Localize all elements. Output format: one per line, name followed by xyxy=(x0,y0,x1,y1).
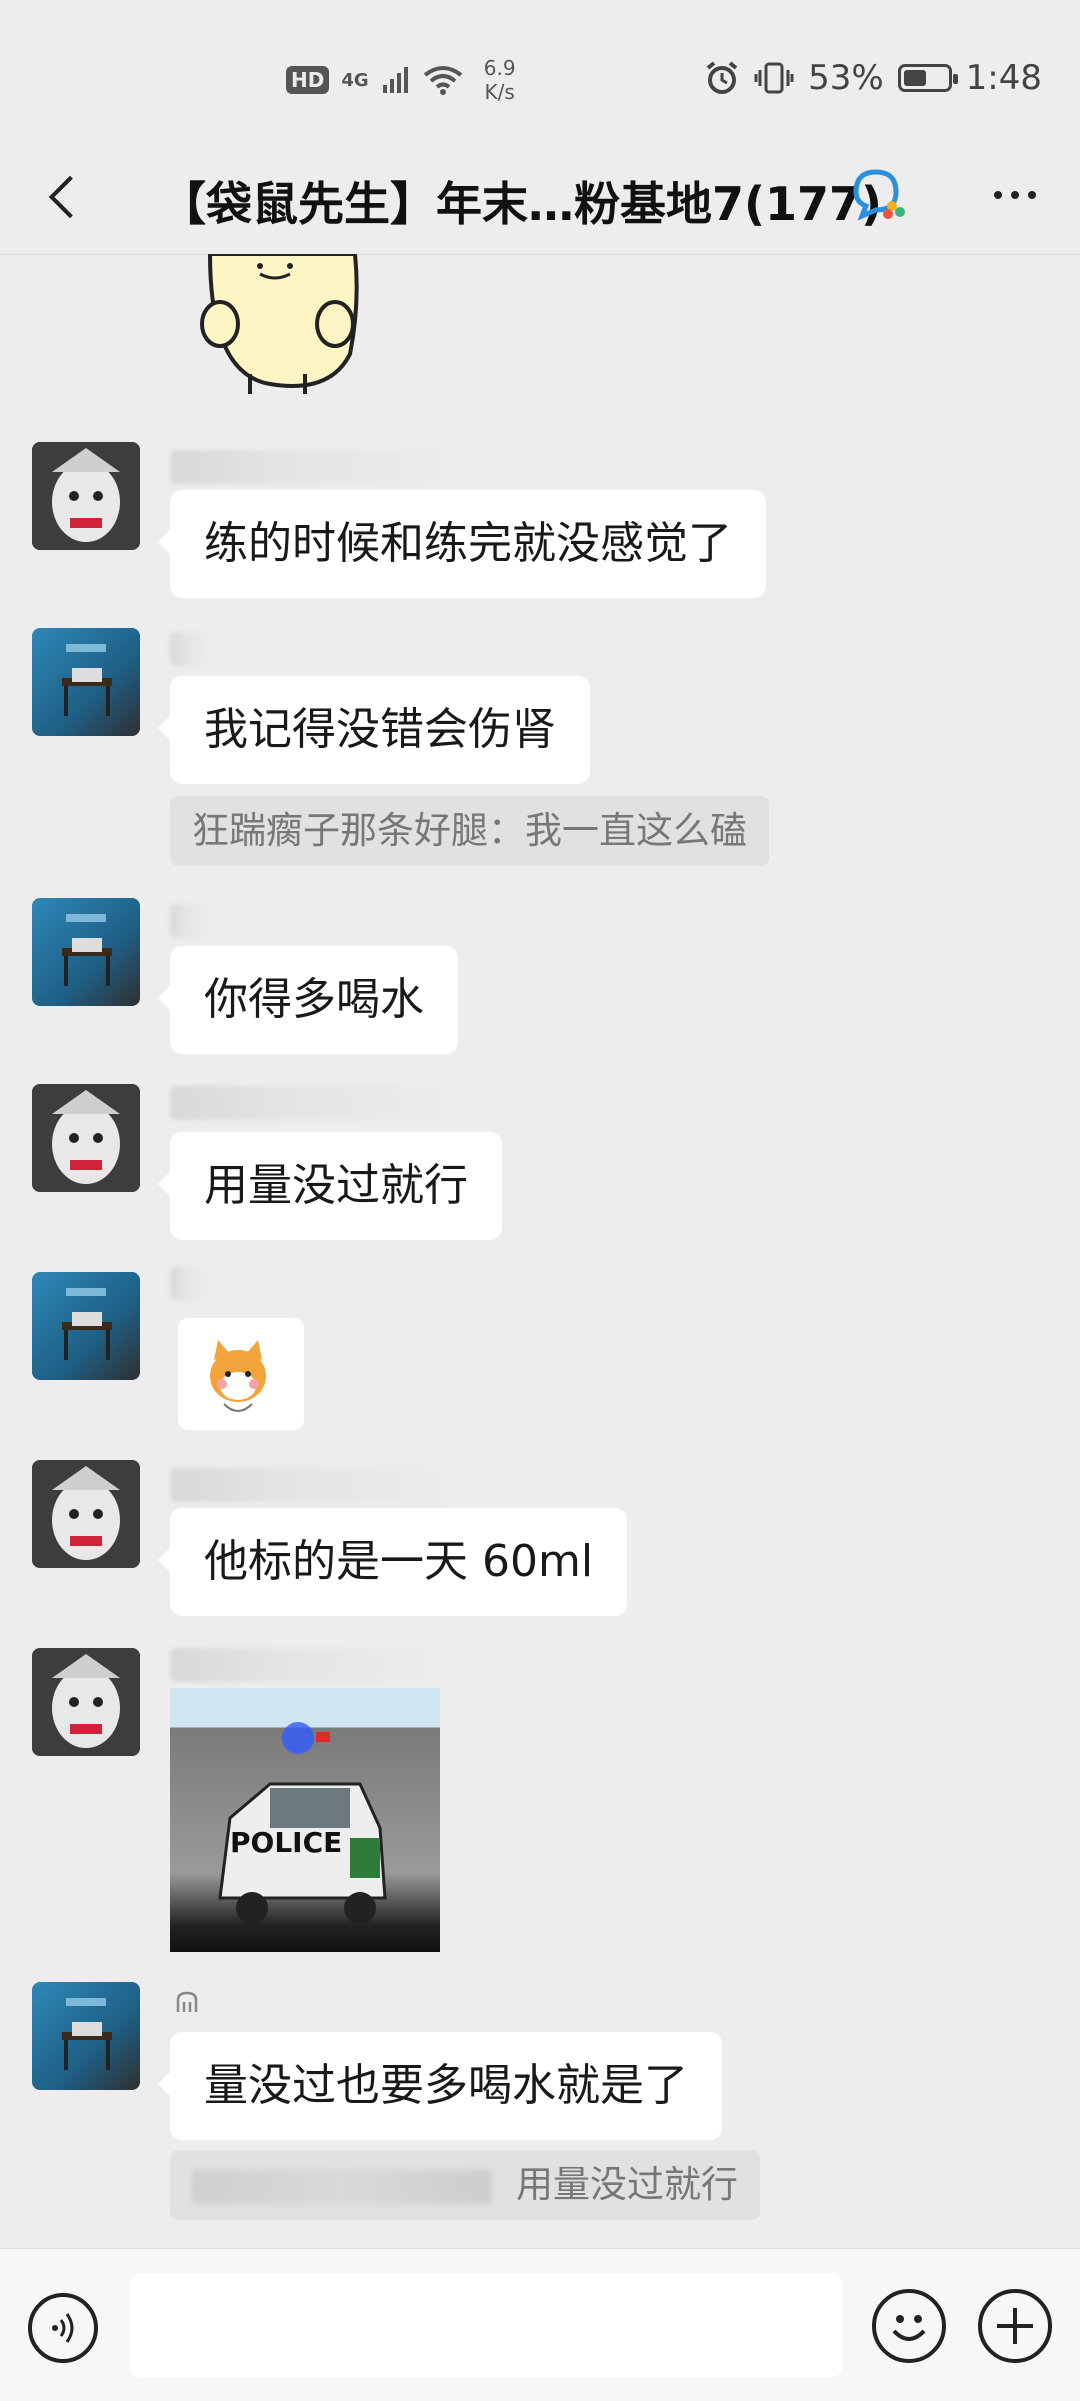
hd-badge: HD xyxy=(286,66,330,94)
sender-nickname-blurred xyxy=(170,1468,450,1502)
avatar[interactable] xyxy=(32,628,140,736)
avatar[interactable] xyxy=(32,898,140,1006)
sender-nickname-blurred xyxy=(170,632,210,666)
police-car-drawing xyxy=(218,1722,387,1924)
message-input[interactable] xyxy=(130,2273,842,2377)
sender-nickname-blurred xyxy=(170,450,450,484)
voice-icon xyxy=(52,2313,74,2343)
battery-level xyxy=(903,70,926,86)
avatar-desk-icon xyxy=(62,1288,112,1360)
battery-percent: 53% xyxy=(808,58,884,98)
avatar-desk-icon xyxy=(62,914,112,986)
dot xyxy=(994,191,1002,199)
quoted-reply[interactable]: 狂踹瘸子那条好腿：我一直这么磕 xyxy=(170,796,769,866)
sender-nickname-blurred xyxy=(170,1086,450,1120)
plus-button[interactable] xyxy=(978,2289,1052,2363)
status-bar: HD 4G 6.9 K/s 53% 1:48 xyxy=(0,0,1080,140)
chat-title[interactable]: 【袋鼠先生】年末…粉基地7(177) xyxy=(160,168,882,234)
police-car-text: POLICE xyxy=(230,1826,343,1859)
more-button[interactable] xyxy=(980,170,1050,220)
status-bar-right: 53% 1:48 xyxy=(704,58,1042,98)
message-bubble[interactable]: 他标的是一天 60ml xyxy=(157,1508,628,1616)
quoted-sender-blurred xyxy=(192,2169,492,2204)
message-bubble[interactable]: 练的时候和练完就没感觉了 xyxy=(158,490,766,598)
chat-header: 【袋鼠先生】年末…粉基地7(177) xyxy=(0,140,1080,255)
sticker-card[interactable] xyxy=(178,1318,304,1430)
avatar[interactable] xyxy=(32,1460,140,1568)
avatar[interactable] xyxy=(32,1084,140,1192)
message-bubble[interactable]: 我记得没错会伤肾 xyxy=(158,676,590,784)
network-type: 4G xyxy=(341,69,369,91)
wifi-icon xyxy=(423,66,462,95)
speed-unit: K/s xyxy=(484,80,515,104)
avatar-character-icon xyxy=(32,1648,140,1756)
input-bar xyxy=(0,2248,1080,2401)
member-badge-icon xyxy=(176,1991,198,2012)
back-button[interactable] xyxy=(28,162,98,232)
alarm-icon xyxy=(706,61,738,94)
chevron-left-icon xyxy=(48,175,92,219)
avatar[interactable] xyxy=(32,1272,140,1380)
avatar-character-icon xyxy=(32,442,140,550)
cartoon-sticker-partial[interactable] xyxy=(190,254,380,394)
avatar[interactable] xyxy=(32,442,140,550)
avatar-desk-icon xyxy=(62,1998,112,2070)
sender-nickname-blurred xyxy=(170,1266,206,1300)
voice-button[interactable] xyxy=(28,2293,98,2363)
speed-value: 6.9 xyxy=(483,56,516,80)
network-speed: 6.9 K/s xyxy=(475,56,525,104)
emoji-button[interactable] xyxy=(872,2289,946,2363)
police-car-image[interactable]: POLICE xyxy=(170,1688,440,1952)
shiba-sticker xyxy=(210,1340,266,1412)
emoji-icon xyxy=(892,2315,926,2341)
avatar[interactable] xyxy=(32,1648,140,1756)
avatar-desk-icon xyxy=(62,644,112,716)
avatar[interactable] xyxy=(32,1982,140,2090)
signal-icon xyxy=(382,67,408,93)
message-bubble[interactable]: 你得多喝水 xyxy=(158,946,458,1054)
message-bubble[interactable]: 量没过也要多喝水就是了 xyxy=(158,2032,722,2140)
avatar-character-icon xyxy=(32,1084,140,1192)
vibrate-icon xyxy=(754,62,794,94)
clock: 1:48 xyxy=(965,58,1042,98)
sender-nickname-blurred xyxy=(170,1648,430,1682)
sender-nickname-blurred xyxy=(170,904,206,938)
dot xyxy=(1011,191,1019,199)
message-bubble[interactable]: 用量没过就行 xyxy=(158,1132,502,1240)
avatar-character-icon xyxy=(32,1460,140,1568)
dot xyxy=(1028,191,1036,199)
status-bar-left: HD 4G 6.9 K/s xyxy=(286,56,525,104)
quoted-reply[interactable]: 用量没过就行 xyxy=(170,2150,760,2220)
battery-icon xyxy=(897,64,958,92)
quoted-text: 用量没过就行 xyxy=(516,2163,738,2206)
group-chat-icon[interactable] xyxy=(848,164,908,224)
